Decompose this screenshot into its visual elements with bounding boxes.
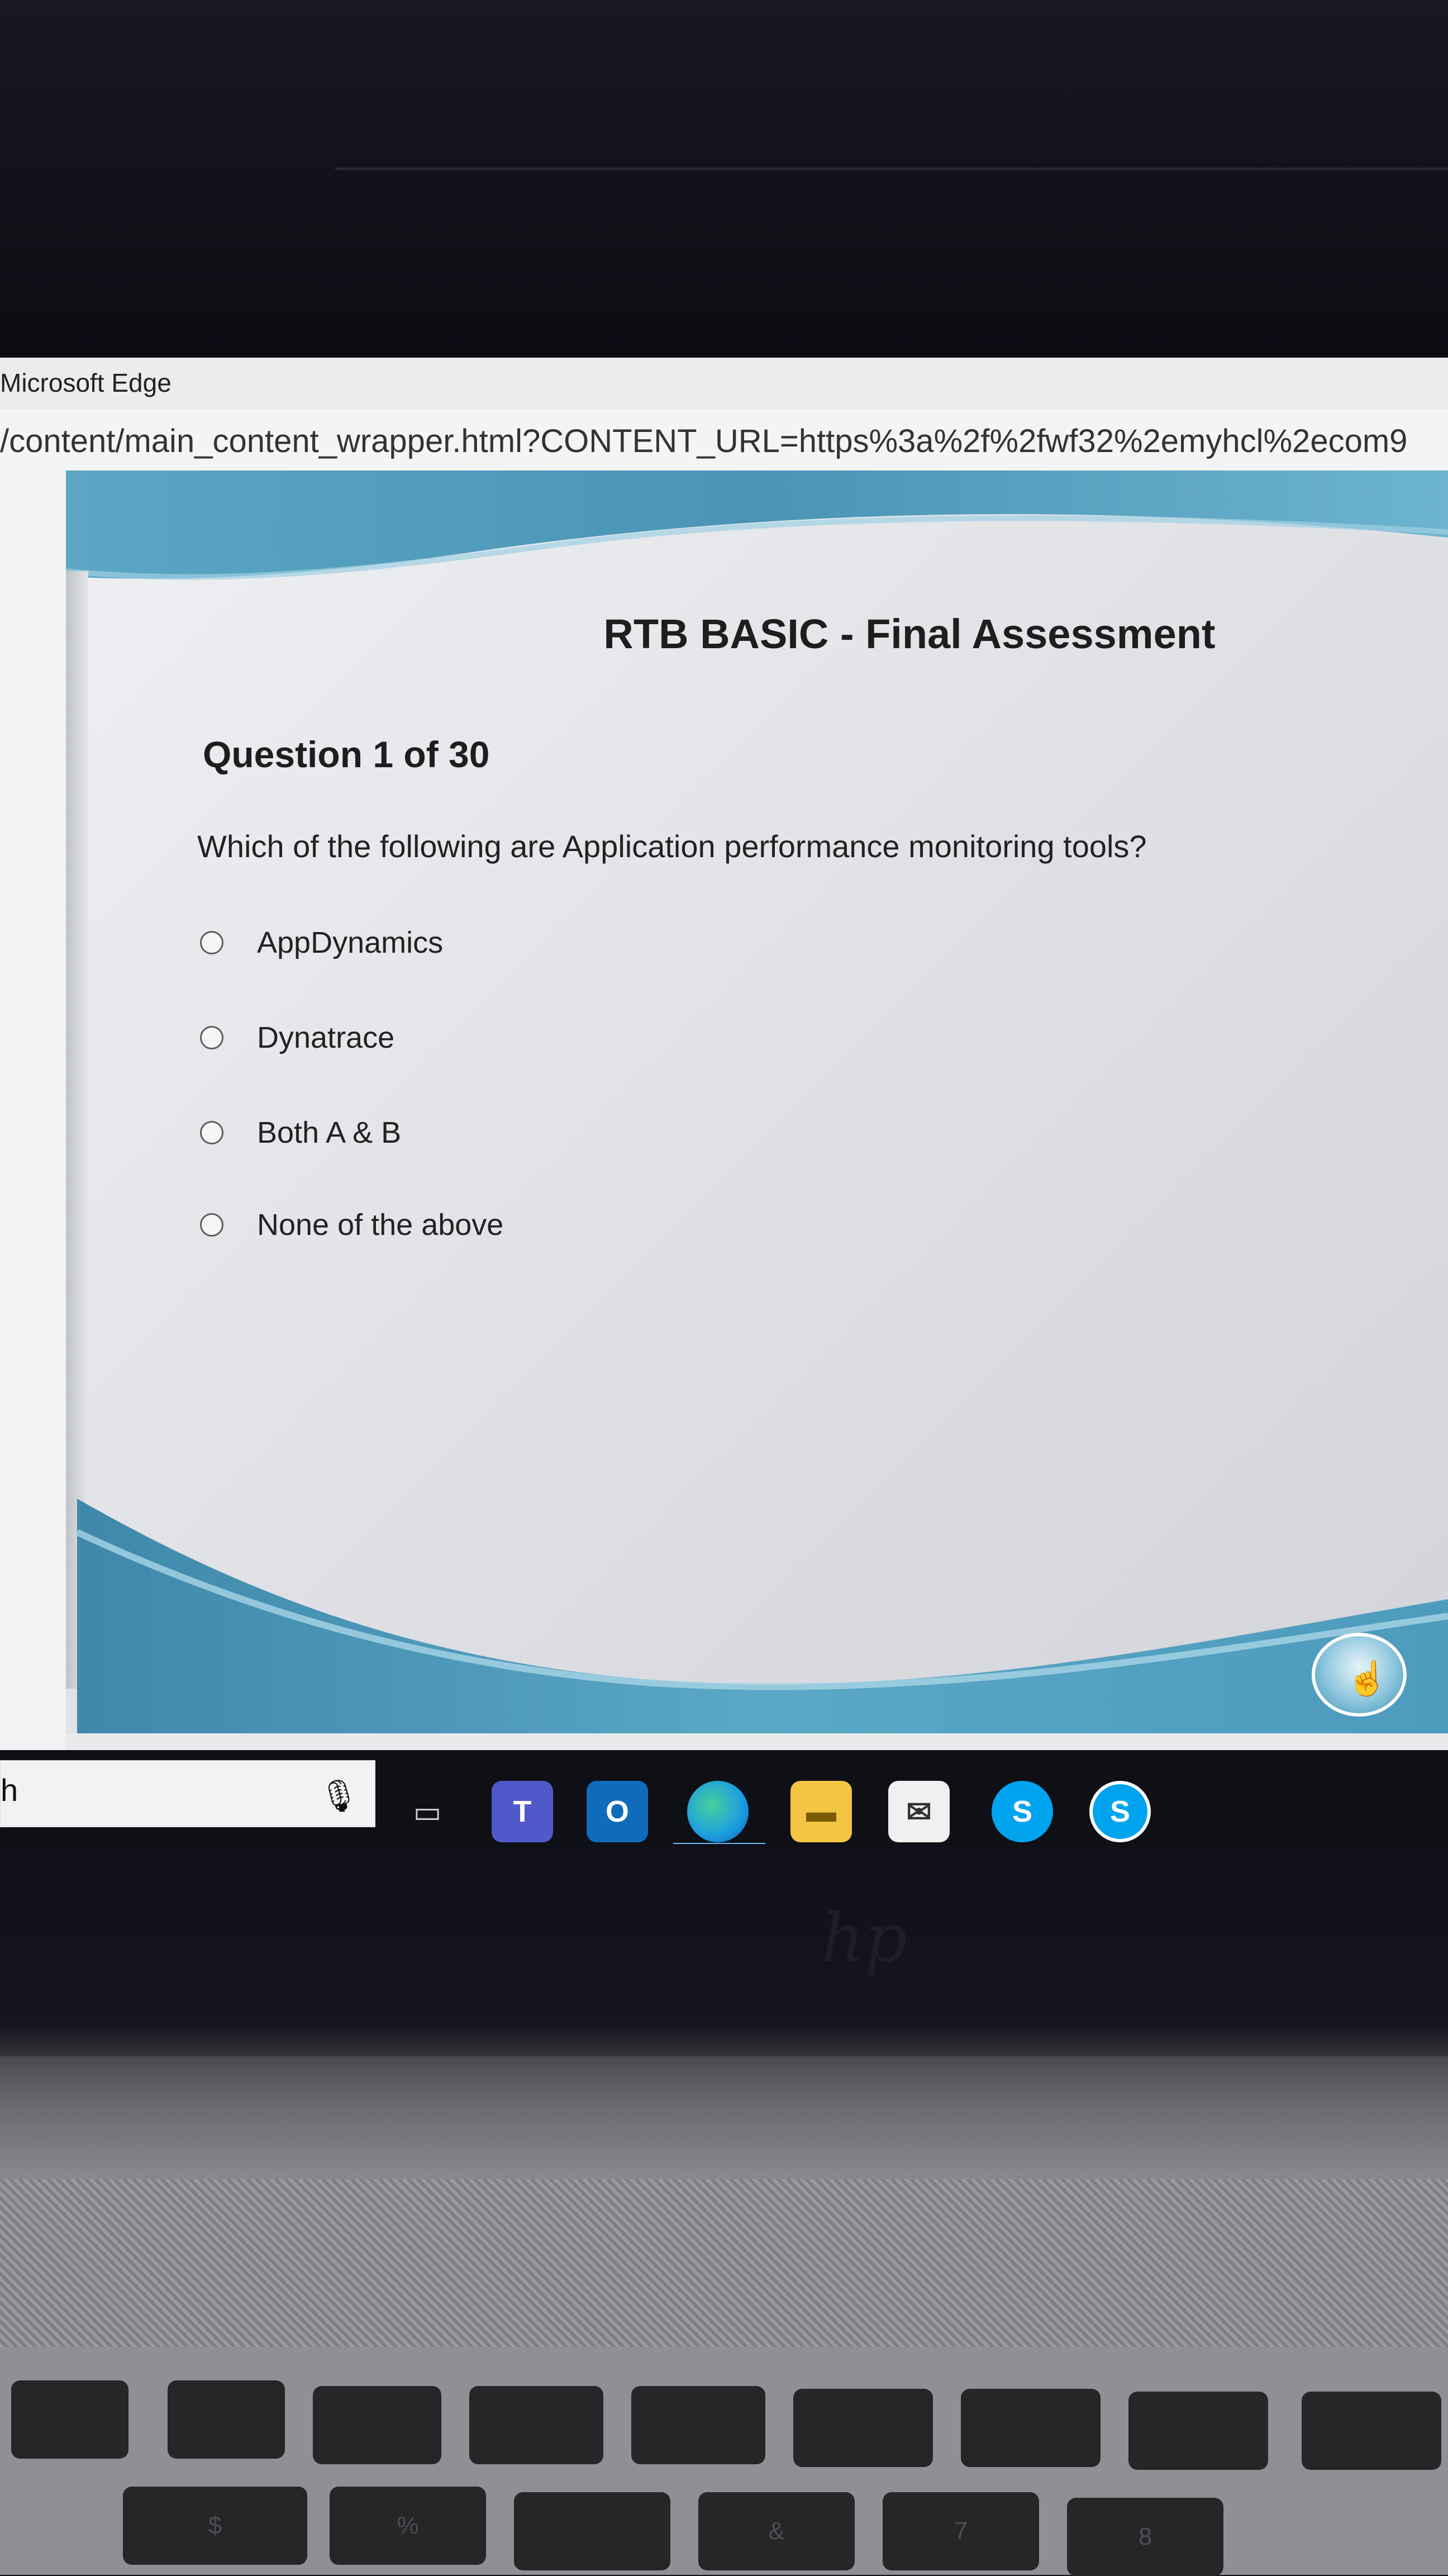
question-text: Which of the following are Application p… <box>197 829 1147 864</box>
teams-icon[interactable]: T <box>492 1781 553 1842</box>
keyboard-deck: $ % & 7 8 <box>0 2347 1448 2576</box>
function-key <box>961 2389 1101 2467</box>
laptop-hinge <box>0 2056 1448 2190</box>
microphone-icon[interactable]: 🎙 <box>319 1777 359 1814</box>
search-text[interactable]: h <box>1 1772 18 1808</box>
radio-button[interactable] <box>200 1121 223 1144</box>
option-label[interactable]: Both A & B <box>257 1115 401 1150</box>
radio-button[interactable] <box>200 1213 223 1237</box>
browser-title-bar: Microsoft Edge <box>0 358 1448 410</box>
mail-icon[interactable]: ✉ <box>888 1781 950 1842</box>
page-content: RTB BASIC - Final Assessment Question 1 … <box>0 470 1448 1750</box>
outlook-icon[interactable]: O <box>587 1781 648 1842</box>
function-key <box>1302 2392 1441 2470</box>
bezel-edge <box>335 168 1448 170</box>
function-key <box>793 2389 933 2467</box>
key-seven: 7 <box>883 2492 1039 2570</box>
option-label[interactable]: None of the above <box>257 1208 503 1242</box>
hp-logo: hp <box>821 1900 908 1978</box>
slide-top-wave <box>66 470 1448 580</box>
task-view-icon[interactable]: ▭ <box>397 1781 458 1842</box>
option-label[interactable]: AppDynamics <box>257 925 443 960</box>
option-both[interactable]: Both A & B <box>200 1108 814 1158</box>
file-explorer-icon[interactable]: ▬ <box>790 1781 852 1842</box>
left-gutter <box>0 470 66 1750</box>
key-ampersand: & <box>698 2492 855 2570</box>
laptop-bezel-top <box>0 0 1448 358</box>
laptop-bezel-bottom <box>0 1844 1448 2056</box>
function-key <box>469 2386 603 2464</box>
option-appdynamics[interactable]: AppDynamics <box>200 918 814 968</box>
function-key <box>168 2380 285 2459</box>
speaker-grille <box>0 2179 1448 2347</box>
key-eight: 8 <box>1067 2498 1223 2576</box>
key-percent: % <box>330 2487 486 2565</box>
key-caret <box>514 2492 670 2570</box>
skype-icon[interactable]: S <box>1089 1781 1151 1842</box>
hand-pointer-icon: ☝ <box>1346 1660 1388 1697</box>
function-key <box>313 2386 441 2464</box>
address-bar[interactable]: /content/main_content_wrapper.html?CONTE… <box>0 409 1448 472</box>
url-text[interactable]: /content/main_content_wrapper.html?CONTE… <box>0 422 1407 460</box>
assessment-title: RTB BASIC - Final Assessment <box>603 611 1216 657</box>
assessment-slide: RTB BASIC - Final Assessment Question 1 … <box>66 470 1448 1733</box>
edge-icon[interactable] <box>687 1781 749 1842</box>
function-key <box>631 2386 765 2464</box>
option-none[interactable]: None of the above <box>200 1200 814 1250</box>
function-key <box>11 2380 128 2459</box>
radio-button[interactable] <box>200 931 223 954</box>
windows-taskbar: h 🎙 ▭ T O ▬ ✉ S S <box>0 1750 1448 1844</box>
window-title: Microsoft Edge <box>0 368 172 397</box>
slide-bottom-wave <box>75 1499 1448 1733</box>
question-counter: Question 1 of 30 <box>203 734 490 775</box>
radio-button[interactable] <box>200 1026 223 1049</box>
skype-icon[interactable]: S <box>992 1781 1053 1842</box>
key-dollar: $ <box>123 2487 307 2565</box>
function-key <box>1128 2392 1268 2470</box>
taskbar-search-box[interactable]: h 🎙 <box>0 1760 375 1827</box>
option-dynatrace[interactable]: Dynatrace <box>200 1013 814 1063</box>
option-label[interactable]: Dynatrace <box>257 1020 394 1055</box>
next-button[interactable]: ☝ <box>1312 1633 1407 1717</box>
